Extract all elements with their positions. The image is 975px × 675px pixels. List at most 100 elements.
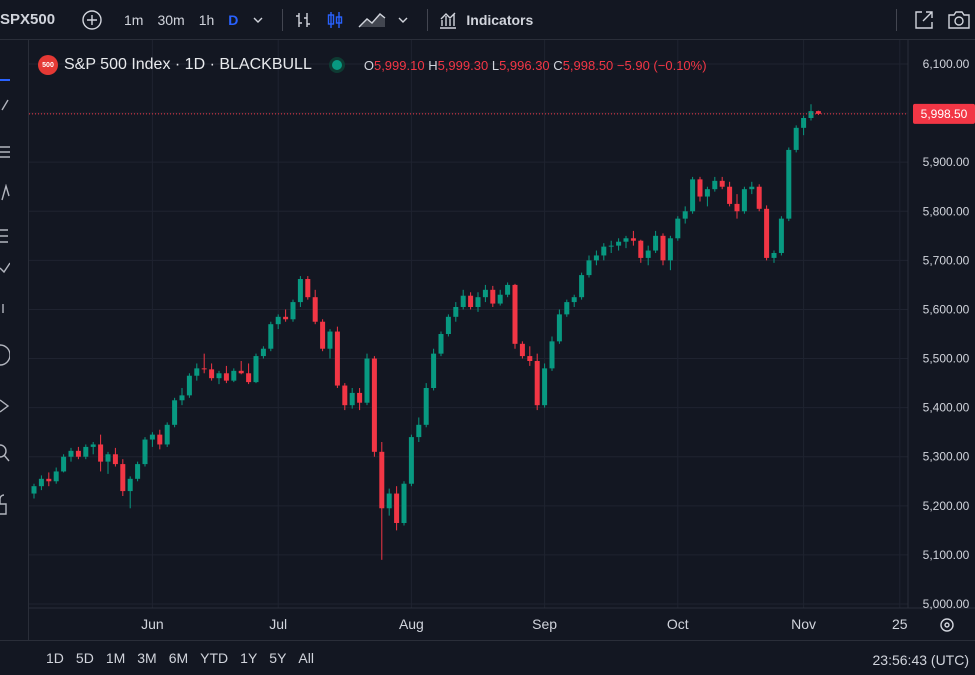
candle-body — [231, 370, 237, 381]
candle-body — [534, 361, 540, 406]
indicators-button[interactable]: Indicators — [466, 12, 533, 28]
interval-1m[interactable]: 1m — [124, 12, 143, 28]
candle — [756, 184, 762, 212]
range-all[interactable]: All — [298, 650, 314, 666]
candle — [253, 353, 259, 384]
candle-body — [786, 149, 792, 219]
range-3m[interactable]: 3M — [137, 650, 156, 666]
chevron-down-icon[interactable] — [252, 14, 264, 26]
toolbar-divider — [896, 8, 897, 31]
range-1m[interactable]: 1M — [106, 650, 125, 666]
candle-body — [482, 289, 488, 298]
candle-body — [320, 321, 326, 349]
candle-body — [549, 341, 555, 369]
candle — [164, 422, 170, 447]
candle-body — [53, 471, 59, 482]
range-5y[interactable]: 5Y — [269, 650, 286, 666]
candle-body — [431, 353, 437, 388]
interval-d[interactable]: D — [228, 12, 238, 28]
interval-1h[interactable]: 1h — [199, 12, 215, 28]
candle-body — [216, 373, 222, 379]
range-6m[interactable]: 6M — [169, 650, 188, 666]
clock[interactable]: 23:56:43 (UTC) — [873, 652, 969, 668]
chevron-down-icon[interactable] — [397, 14, 409, 26]
candle — [61, 454, 67, 473]
candle-body — [416, 424, 422, 438]
candle-body — [527, 356, 533, 361]
candle-body — [519, 343, 525, 357]
candle-body — [379, 451, 385, 509]
x-tick-label: Aug — [399, 616, 424, 632]
candle-body — [571, 297, 577, 303]
price-chart[interactable]: 6,100.006,000.005,900.005,800.005,700.00… — [0, 40, 975, 640]
candle-body — [542, 368, 548, 406]
candle-body — [334, 331, 340, 386]
open-value: 5,999.10 — [373, 57, 425, 73]
candle — [445, 314, 451, 337]
top-toolbar: SPX500 1m 30m 1h D Indicators — [0, 0, 975, 40]
interval-30m[interactable]: 30m — [157, 12, 184, 28]
y-tick-label: 5,300.00 — [923, 450, 970, 464]
candle — [268, 321, 274, 352]
candle-body — [704, 189, 710, 197]
candle-body — [83, 446, 89, 457]
candle-body — [630, 238, 636, 241]
candle-body — [423, 388, 429, 425]
candle-body — [438, 334, 444, 354]
range-5d[interactable]: 5D — [76, 650, 94, 666]
camera-icon[interactable] — [947, 9, 971, 31]
candle-body — [223, 373, 229, 381]
range-1y[interactable]: 1Y — [240, 650, 257, 666]
candle-body — [408, 437, 414, 484]
candle-body — [157, 434, 163, 445]
candle-body — [268, 324, 274, 349]
candle-body — [253, 356, 259, 383]
market-status-icon[interactable] — [331, 60, 342, 70]
bar-style-icon[interactable] — [293, 10, 313, 30]
x-tick-label: Jun — [141, 616, 164, 632]
candle — [172, 397, 178, 428]
chart-legend: 500 S&P 500 Index · 1D · BLACKBULL O5,99… — [38, 54, 707, 76]
candle — [564, 299, 570, 317]
candle-body — [749, 186, 755, 190]
legend-title[interactable]: S&P 500 Index · 1D · BLACKBULL — [64, 56, 312, 74]
candle-body — [586, 260, 592, 276]
candle-body — [793, 127, 799, 150]
candle-body — [238, 370, 244, 374]
candle-body — [246, 373, 252, 383]
x-tick-label: Oct — [667, 616, 689, 632]
range-1d[interactable]: 1D — [46, 650, 64, 666]
candle — [519, 341, 525, 359]
candle — [401, 481, 407, 526]
candle-body — [305, 279, 311, 298]
candle-body — [31, 486, 37, 494]
candle-body — [756, 186, 762, 209]
low-label: L — [491, 57, 500, 73]
candle-body — [371, 358, 377, 452]
candle-style-icon[interactable] — [325, 10, 345, 30]
candle-body — [149, 434, 155, 440]
candle — [764, 205, 770, 261]
candle-body — [801, 118, 807, 128]
candle-body — [283, 316, 289, 320]
indicators-icon[interactable] — [438, 10, 458, 30]
candle-body — [460, 295, 466, 307]
candle-body — [68, 450, 74, 457]
candle — [579, 272, 585, 300]
symbol-search[interactable]: SPX500 — [0, 11, 80, 28]
compare-add-icon[interactable] — [80, 8, 104, 32]
candle-body — [490, 289, 496, 304]
candle-body — [394, 493, 400, 523]
area-style-icon[interactable] — [357, 10, 387, 30]
candle-body — [808, 111, 814, 118]
candle — [408, 434, 414, 487]
candle-body — [719, 180, 725, 187]
candle-body — [61, 456, 67, 472]
fullscreen-icon[interactable] — [913, 9, 935, 31]
candle-body — [608, 245, 614, 247]
candle-body — [120, 464, 126, 492]
last-price-value: 5,998.50 — [921, 107, 968, 121]
candle-body — [209, 369, 215, 379]
range-ytd[interactable]: YTD — [200, 650, 228, 666]
candle-body — [386, 493, 392, 509]
